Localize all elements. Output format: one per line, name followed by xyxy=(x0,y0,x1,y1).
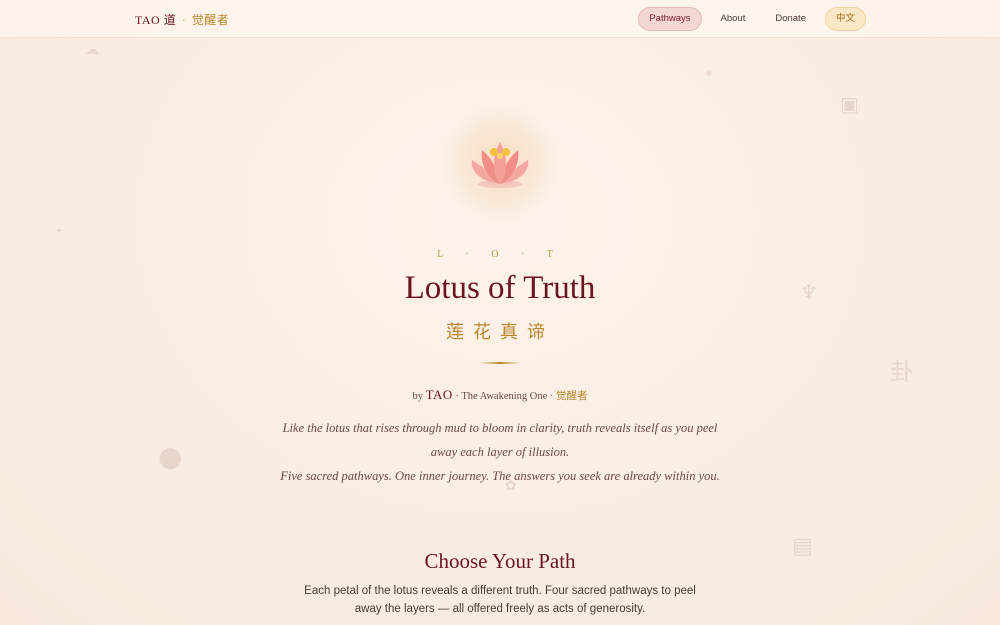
decorative-glyph: ◈ xyxy=(705,68,713,79)
quote-line-2: Five sacred pathways. One inner journey.… xyxy=(280,469,720,483)
author-byline: by TAO · The Awakening One · 觉醒者 xyxy=(0,387,1000,403)
page-title: Lotus of Truth xyxy=(404,270,596,306)
page-title-chinese: 莲花真谛 xyxy=(446,322,554,343)
brand-zh: 觉醒者 xyxy=(191,13,230,27)
language-toggle-button[interactable]: 中文 xyxy=(824,7,866,31)
decorative-glyph: 卦 xyxy=(890,358,914,386)
nav-donate[interactable]: Donate xyxy=(764,7,817,31)
brand-logo[interactable]: TAO 道 · 觉醒者 xyxy=(135,11,229,28)
brand-han: 道 xyxy=(163,13,177,27)
top-navigation-bar: TAO 道 · 觉醒者 Pathways About Donate 中文 xyxy=(0,0,1000,38)
author-name: TAO xyxy=(425,387,453,402)
decorative-glyph: ● xyxy=(158,440,183,473)
title-divider xyxy=(480,362,520,364)
decorative-glyph: ✦ xyxy=(55,226,64,237)
nav-pathways[interactable]: Pathways xyxy=(638,7,702,31)
decorative-glyph: ☁ xyxy=(85,42,99,58)
main-nav: Pathways About Donate 中文 xyxy=(638,7,866,31)
author-name-zh: 觉醒者 xyxy=(556,391,588,402)
hero-eyebrow: L · O · T xyxy=(437,249,563,260)
brand-latin: TAO xyxy=(135,13,161,27)
hero-quote: Like the lotus that rises through mud to… xyxy=(270,416,730,488)
decorative-glyph: ▣ xyxy=(840,92,859,116)
lotus-icon xyxy=(471,142,529,188)
section-description: Each petal of the lotus reveals a differ… xyxy=(304,585,696,615)
brand-separator: · xyxy=(181,13,187,27)
byline-mid: · The Awakening One · xyxy=(455,391,554,402)
byline-prefix: by xyxy=(412,391,423,402)
section-title: Choose Your Path xyxy=(424,549,576,573)
quote-line-1: Like the lotus that rises through mud to… xyxy=(282,421,718,459)
nav-about[interactable]: About xyxy=(710,7,757,31)
